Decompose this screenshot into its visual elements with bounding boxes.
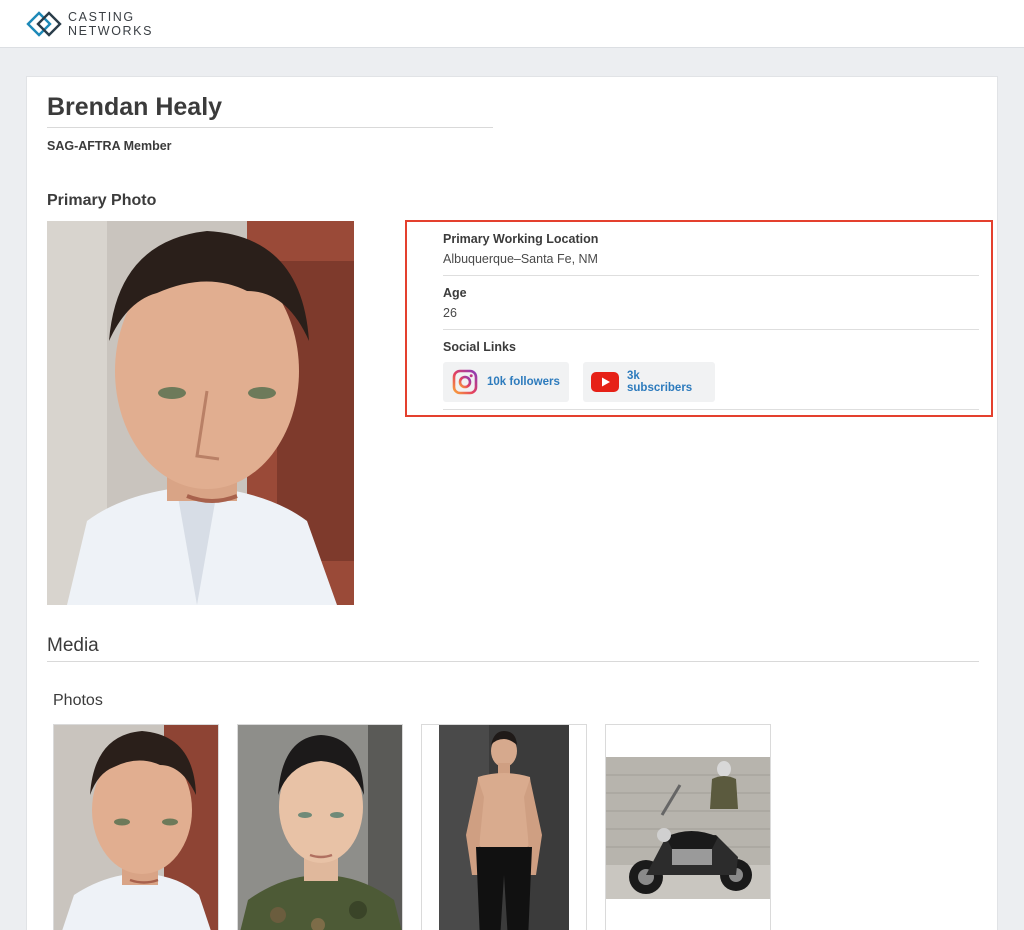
primary-headshot-photo[interactable] xyxy=(47,221,354,605)
logo-wordmark: CASTING NETWORKS xyxy=(68,10,153,38)
top-bar: CASTING NETWORKS xyxy=(0,0,1024,48)
youtube-subscribers: 3k subscribers xyxy=(627,370,693,394)
union-status: SAG-AFTRA Member xyxy=(47,139,172,153)
media-heading: Media xyxy=(47,635,99,656)
logo-mark-icon xyxy=(26,11,62,37)
profile-card: Brendan Healy SAG-AFTRA Member Primary P… xyxy=(26,76,998,930)
age-label: Age xyxy=(443,286,467,300)
location-field: Primary Working Location Albuquerque–San… xyxy=(443,222,979,276)
photo-thumbnail[interactable] xyxy=(421,724,587,930)
logo-text-line2: NETWORKS xyxy=(68,24,154,38)
social-links-field: Social Links 10k followers 3k subscriber… xyxy=(443,330,979,410)
profile-details-highlight: Primary Working Location Albuquerque–San… xyxy=(405,220,993,417)
media-divider xyxy=(47,661,979,662)
casting-networks-logo[interactable]: CASTING NETWORKS xyxy=(24,8,164,40)
name-divider xyxy=(47,127,493,128)
photos-heading: Photos xyxy=(53,692,103,709)
youtube-icon xyxy=(591,368,619,396)
profile-name: Brendan Healy xyxy=(47,93,223,121)
instagram-link[interactable]: 10k followers xyxy=(443,362,569,402)
age-value: 26 xyxy=(443,306,457,320)
logo-text-line1: CASTING xyxy=(68,10,135,24)
instagram-icon xyxy=(451,368,479,396)
photo-thumbnail[interactable] xyxy=(605,724,771,930)
age-field: Age 26 xyxy=(443,276,979,330)
photo-thumbnail[interactable] xyxy=(237,724,403,930)
primary-photo-heading: Primary Photo xyxy=(47,192,157,209)
photo-thumbnail[interactable] xyxy=(53,724,219,930)
location-label: Primary Working Location xyxy=(443,232,599,246)
social-links-label: Social Links xyxy=(443,340,516,354)
instagram-followers: 10k followers xyxy=(487,376,560,388)
location-value: Albuquerque–Santa Fe, NM xyxy=(443,252,598,266)
youtube-link[interactable]: 3k subscribers xyxy=(583,362,715,402)
